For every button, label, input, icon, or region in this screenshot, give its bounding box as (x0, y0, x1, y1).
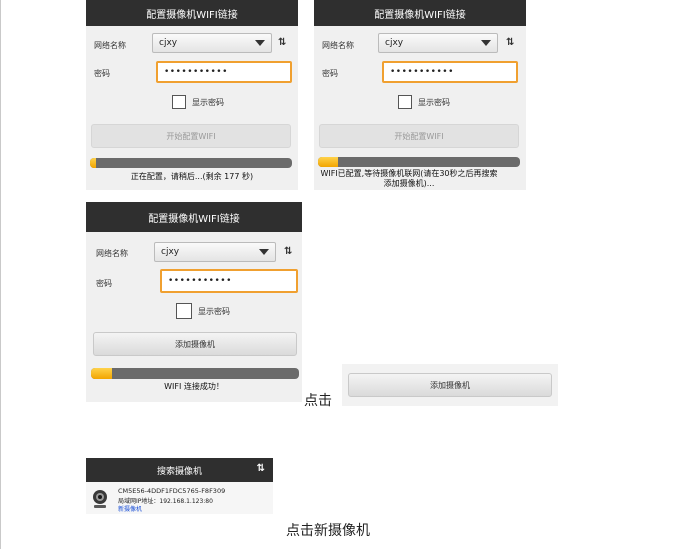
new-camera-label[interactable]: 新摄像机 (118, 504, 142, 513)
add-camera-button[interactable]: 添加摄像机 (93, 332, 297, 356)
add-camera-snippet: 添加摄像机 (342, 364, 558, 406)
password-label: 密码 (96, 279, 112, 288)
password-field[interactable]: ••••••••••• (160, 269, 298, 293)
click-caption: 点击 (304, 393, 332, 409)
checkbox-icon[interactable] (398, 95, 412, 109)
network-select-value: cjxy (385, 38, 404, 48)
screen-title: 配置摄像机WIFI链接 (314, 0, 526, 26)
refresh-icon[interactable]: ⇅ (257, 463, 265, 474)
network-name-label: 网络名称 (96, 249, 128, 258)
screen-title: 配置摄像机WIFI链接 (86, 202, 302, 232)
network-select[interactable]: cjxy (154, 242, 276, 262)
camera-device-id[interactable]: CM5E56-4DDF1FDC5765-F8F309 (118, 487, 225, 495)
dropdown-arrow-icon (255, 40, 265, 46)
progress-fill (90, 158, 97, 168)
search-title: 搜索摄像机 (156, 466, 202, 477)
dropdown-arrow-icon (259, 249, 269, 255)
config-screen-1: 配置摄像机WIFI链接 网络名称 cjxy ⇅ 密码 ••••••••••• 显… (86, 0, 298, 190)
network-name-label: 网络名称 (322, 41, 354, 50)
show-password-row[interactable]: 显示密码 (172, 95, 224, 109)
add-camera-button[interactable]: 添加摄像机 (348, 373, 552, 397)
status-text: 正在配置，请稍后...(剩余 177 秒) (130, 172, 254, 181)
refresh-icon[interactable]: ⇅ (284, 246, 292, 257)
config-screen-3: 配置摄像机WIFI链接 网络名称 cjxy ⇅ 密码 ••••••••••• 显… (86, 202, 302, 402)
page-border (0, 0, 1, 549)
progress-bar (90, 158, 292, 168)
network-select[interactable]: cjxy (378, 33, 498, 53)
click-new-camera-caption: 点击新摄像机 (286, 523, 370, 539)
checkbox-icon[interactable] (176, 303, 192, 319)
network-select[interactable]: cjxy (152, 33, 272, 53)
progress-bar (318, 157, 520, 167)
network-select-value: cjxy (161, 247, 180, 257)
dropdown-arrow-icon (481, 40, 491, 46)
show-password-label: 显示密码 (192, 97, 224, 107)
password-field[interactable]: ••••••••••• (382, 61, 518, 83)
show-password-row[interactable]: 显示密码 (176, 303, 230, 319)
search-screen: 搜索摄像机 ⇅ CM5E56-4DDF1FDC5765-F8F309 局域网IP… (86, 458, 273, 514)
show-password-row[interactable]: 显示密码 (398, 95, 450, 109)
password-label: 密码 (322, 69, 338, 78)
webcam-icon (93, 490, 107, 508)
status-text: WIFI 连接成功！ (164, 382, 224, 391)
progress-bar (91, 368, 299, 379)
show-password-label: 显示密码 (418, 97, 450, 107)
show-password-label: 显示密码 (198, 306, 230, 316)
refresh-icon[interactable]: ⇅ (506, 37, 514, 48)
progress-fill (91, 368, 112, 379)
status-text: WIFI已配置,等待摄像机联网(请在30秒之后再搜索添加摄像机)... (320, 169, 498, 188)
network-name-label: 网络名称 (94, 41, 126, 50)
password-field[interactable]: ••••••••••• (156, 61, 292, 83)
start-config-button[interactable]: 开始配置WIFI (91, 124, 291, 148)
screen-title: 配置摄像机WIFI链接 (86, 0, 298, 26)
start-config-button[interactable]: 开始配置WIFI (319, 124, 519, 148)
config-screen-2: 配置摄像机WIFI链接 网络名称 cjxy ⇅ 密码 ••••••••••• 显… (314, 0, 526, 190)
password-label: 密码 (94, 69, 110, 78)
network-select-value: cjxy (159, 38, 178, 48)
refresh-icon[interactable]: ⇅ (278, 37, 286, 48)
progress-fill (318, 157, 339, 167)
search-titlebar: 搜索摄像机 ⇅ (86, 458, 273, 482)
checkbox-icon[interactable] (172, 95, 186, 109)
